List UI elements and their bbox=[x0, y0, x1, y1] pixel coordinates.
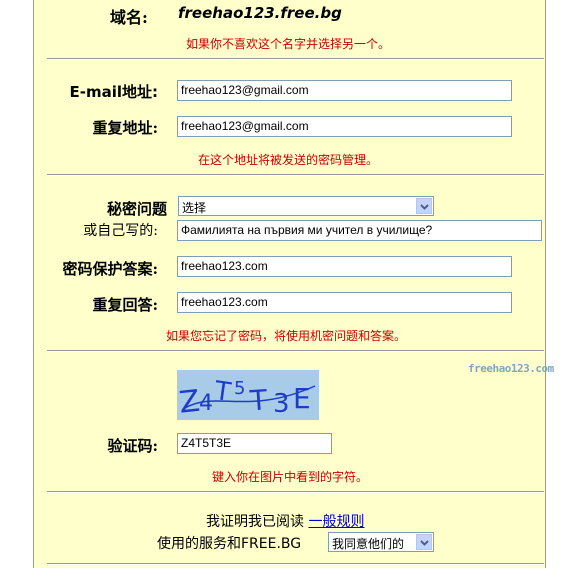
captcha-image: Z 4 T 5 T 3 E bbox=[177, 370, 319, 421]
repeat-email-input[interactable]: freehao123@gmail.com bbox=[177, 116, 512, 137]
captcha-label: 验证码: bbox=[107, 437, 158, 455]
domain-label: 域名: bbox=[110, 8, 148, 27]
divider bbox=[47, 563, 544, 565]
email-label: E-mail地址: bbox=[69, 83, 158, 101]
freehao-watermark: freehao123.com bbox=[468, 362, 554, 375]
captcha-char: Z bbox=[177, 384, 201, 420]
repeat-email-label: 重复地址: bbox=[92, 119, 158, 137]
captcha-input[interactable]: Z4T5T3E bbox=[177, 433, 332, 454]
domain-hint: 如果你不喜欢这个名字并选择另一个。 bbox=[186, 37, 391, 51]
captcha-char: 5 bbox=[234, 378, 245, 399]
divider bbox=[47, 491, 544, 493]
terms-line-1: 我证明我已阅读 一般规则 bbox=[206, 511, 364, 531]
captcha-glyphs: Z 4 T 5 T 3 E bbox=[177, 376, 316, 421]
email-hint: 在这个地址将被发送的密码管理。 bbox=[198, 153, 379, 167]
secret-question-selected: 选择 bbox=[182, 201, 207, 215]
terms-line-1-text: 我证明我已阅读 bbox=[206, 514, 304, 530]
secret-question-label: 秘密问题 bbox=[106, 200, 167, 218]
captcha-char: 4 bbox=[199, 391, 213, 416]
terms-line-2-text: 使用的服务和FREE.BG bbox=[157, 536, 302, 552]
custom-question-label: 或自己写的: bbox=[83, 223, 158, 239]
captcha-char: 3 bbox=[273, 389, 290, 419]
answer-label: 密码保护答案: bbox=[62, 260, 158, 278]
secret-question-select[interactable]: 选择 bbox=[178, 196, 434, 216]
chevron-down-icon[interactable] bbox=[416, 534, 432, 550]
divider bbox=[47, 174, 544, 176]
captcha-char: E bbox=[293, 382, 311, 415]
rules-link[interactable]: 一般规则 bbox=[308, 514, 364, 530]
agree-selected: 我同意他们的 bbox=[332, 537, 405, 551]
security-hint: 如果您忘记了密码，将使用机密问题和答案。 bbox=[166, 329, 407, 343]
divider bbox=[47, 58, 544, 60]
divider bbox=[47, 350, 544, 352]
email-input[interactable]: freehao123@gmail.com bbox=[177, 80, 512, 101]
answer-input[interactable]: freehao123.com bbox=[177, 256, 512, 277]
agree-select[interactable]: 我同意他们的 bbox=[328, 532, 434, 552]
captcha-hint: 键入你在图片中看到的字符。 bbox=[212, 470, 369, 484]
domain-value: freehao123.free.bg bbox=[178, 4, 342, 22]
repeat-answer-input[interactable]: freehao123.com bbox=[177, 292, 512, 313]
captcha-char: T bbox=[212, 376, 233, 408]
custom-question-input[interactable]: Фамилията на първия ми учител в училище? bbox=[177, 220, 542, 241]
chevron-down-icon[interactable] bbox=[416, 198, 432, 214]
repeat-answer-label: 重复回答: bbox=[92, 296, 158, 314]
